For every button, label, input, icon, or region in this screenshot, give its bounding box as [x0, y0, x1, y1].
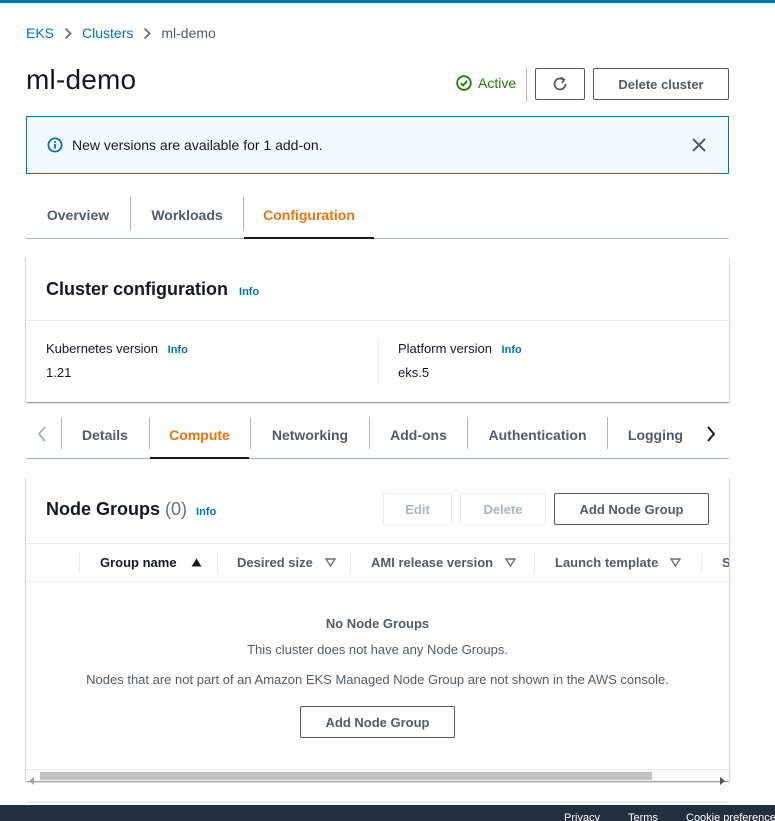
refresh-button[interactable] — [535, 68, 585, 100]
node-groups-title: Node Groups (0) Info — [46, 499, 216, 520]
node-groups-panel: Node Groups (0) Info Edit Delete Add Nod… — [26, 477, 729, 785]
configuration-subtabs: Details Compute Networking Add-ons Authe… — [26, 413, 729, 459]
info-link[interactable]: Info — [239, 286, 259, 298]
column-divider — [350, 553, 351, 573]
header-divider — [526, 68, 527, 102]
column-launch-template[interactable]: Launch template — [555, 544, 682, 581]
flash-banner: New versions are available for 1 add-on. — [26, 116, 729, 174]
delete-button[interactable]: Delete — [460, 493, 546, 525]
column-label: Desired size — [237, 555, 313, 570]
tab-configuration[interactable]: Configuration — [244, 193, 374, 239]
subtab-compute[interactable]: Compute — [150, 413, 249, 459]
breadcrumb: EKS Clusters ml-demo — [26, 25, 216, 41]
chevron-right-icon — [64, 27, 72, 40]
flash-message: New versions are available for 1 add-on. — [72, 137, 323, 153]
footer-link-cookie-preferences[interactable]: Cookie preferences — [686, 812, 775, 821]
footer-link-privacy[interactable]: Privacy — [564, 812, 600, 821]
add-node-group-empty-button[interactable]: Add Node Group — [300, 706, 455, 738]
node-groups-heading: Node Groups — [46, 499, 161, 519]
column-group-name[interactable]: Group name — [100, 544, 202, 581]
breadcrumb-current: ml-demo — [161, 25, 216, 41]
column-divider — [79, 553, 80, 573]
subtab-authentication[interactable]: Authentication — [468, 413, 607, 457]
scroll-left-arrow-icon[interactable] — [29, 772, 35, 788]
footer-link-terms[interactable]: Terms — [628, 812, 658, 821]
column-divider — [534, 553, 535, 573]
kubernetes-version-field: Kubernetes version Info 1.21 — [46, 341, 188, 380]
column-ami-release-version[interactable]: AMI release version — [371, 544, 517, 581]
info-link[interactable]: Info — [502, 344, 522, 356]
empty-state-title: No Node Groups — [325, 616, 430, 631]
column-label: AMI release version — [371, 555, 494, 570]
chevron-right-icon — [143, 27, 152, 40]
subtab-details[interactable]: Details — [62, 413, 148, 457]
breadcrumb-eks[interactable]: EKS — [26, 25, 54, 41]
info-circle-icon — [47, 137, 63, 153]
platform-version-label: Platform version — [398, 341, 492, 356]
table-header: Group name Desired size AMI release vers… — [26, 543, 729, 582]
info-link[interactable]: Info — [168, 344, 188, 356]
node-groups-count: (0) — [165, 499, 188, 519]
column-desired-size[interactable]: Desired size — [237, 544, 336, 581]
column-label: S — [722, 555, 729, 570]
subtab-addons[interactable]: Add-ons — [370, 413, 467, 457]
empty-state-note: Nodes that are not part of an Amazon EKS… — [86, 672, 669, 687]
page-title: ml-demo — [26, 64, 137, 95]
panel-title: Cluster configuration Info — [46, 279, 259, 300]
caret-down-outline-icon — [670, 558, 682, 567]
status-badge: Active — [456, 75, 516, 91]
caret-down-outline-icon — [324, 558, 336, 567]
status-text: Active — [478, 75, 517, 91]
page-content: EKS Clusters ml-demo ml-demo Active Dele… — [0, 3, 775, 805]
empty-state-description: This cluster does not have any Node Grou… — [247, 642, 508, 657]
cluster-configuration-panel: Cluster configuration Info Kubernetes ve… — [26, 256, 729, 402]
chevron-right-icon[interactable] — [705, 425, 717, 446]
add-node-group-button[interactable]: Add Node Group — [554, 493, 709, 525]
close-icon[interactable] — [690, 136, 708, 157]
subtab-logging[interactable]: Logging — [608, 413, 703, 457]
cluster-config-title: Cluster configuration — [46, 279, 229, 299]
footer: Privacy Terms Cookie preferences — [0, 805, 775, 821]
column-divider — [378, 338, 379, 384]
kubernetes-version-label: Kubernetes version — [46, 341, 159, 356]
refresh-icon — [553, 76, 567, 91]
column-divider — [217, 553, 218, 573]
subtab-networking[interactable]: Networking — [251, 413, 369, 457]
tab-workloads[interactable]: Workloads — [131, 193, 243, 237]
column-label: Group name — [100, 555, 177, 570]
main-tabs: Overview Workloads Configuration — [26, 193, 729, 239]
column-divider — [701, 553, 702, 573]
scroll-right-arrow-icon[interactable] — [719, 772, 725, 788]
platform-version-value: eks.5 — [398, 365, 430, 380]
info-link[interactable]: Info — [196, 506, 216, 518]
check-circle-icon — [456, 75, 472, 91]
edit-button[interactable]: Edit — [383, 493, 452, 525]
column-label: Launch template — [555, 555, 659, 570]
kubernetes-version-value: 1.21 — [46, 365, 72, 380]
column-truncated[interactable]: S — [722, 544, 729, 581]
delete-cluster-button[interactable]: Delete cluster — [593, 68, 729, 100]
caret-up-icon — [191, 558, 202, 567]
horizontal-scrollbar[interactable] — [26, 769, 729, 785]
scrollbar-thumb[interactable] — [40, 772, 652, 780]
chevron-left-icon[interactable] — [36, 425, 48, 446]
tab-overview[interactable]: Overview — [26, 193, 130, 237]
platform-version-field: Platform version Info eks.5 — [398, 341, 522, 380]
breadcrumb-clusters[interactable]: Clusters — [82, 25, 133, 41]
panel-header: Cluster configuration Info — [26, 256, 729, 321]
caret-down-outline-icon — [505, 558, 517, 567]
